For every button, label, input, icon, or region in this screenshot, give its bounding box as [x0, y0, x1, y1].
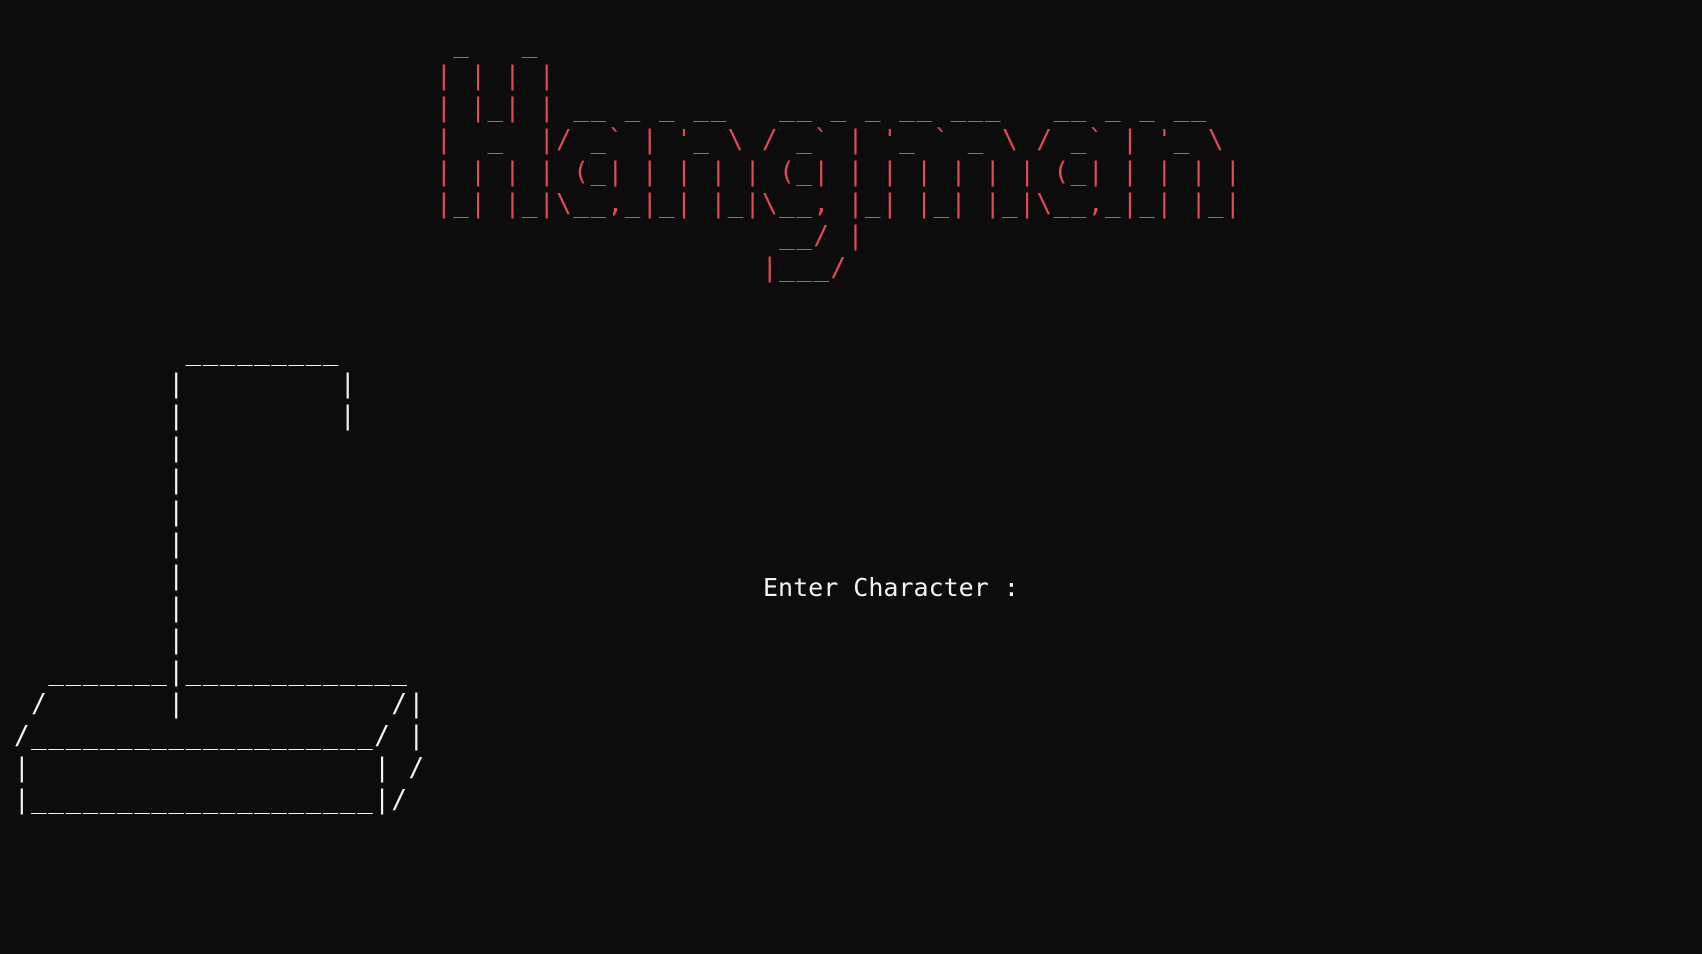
enter-character-prompt[interactable]: Enter Character :	[763, 572, 1019, 604]
gallows-art: _________ | | | | | | | | | | | _______|…	[14, 337, 426, 815]
console-window: _ _ | | | | | |_| | __ _ _ __ __ _ _ __ …	[0, 0, 1702, 954]
hangman-title-art: _ _ | | | | | |_| | __ _ _ __ __ _ _ __ …	[436, 29, 1243, 283]
